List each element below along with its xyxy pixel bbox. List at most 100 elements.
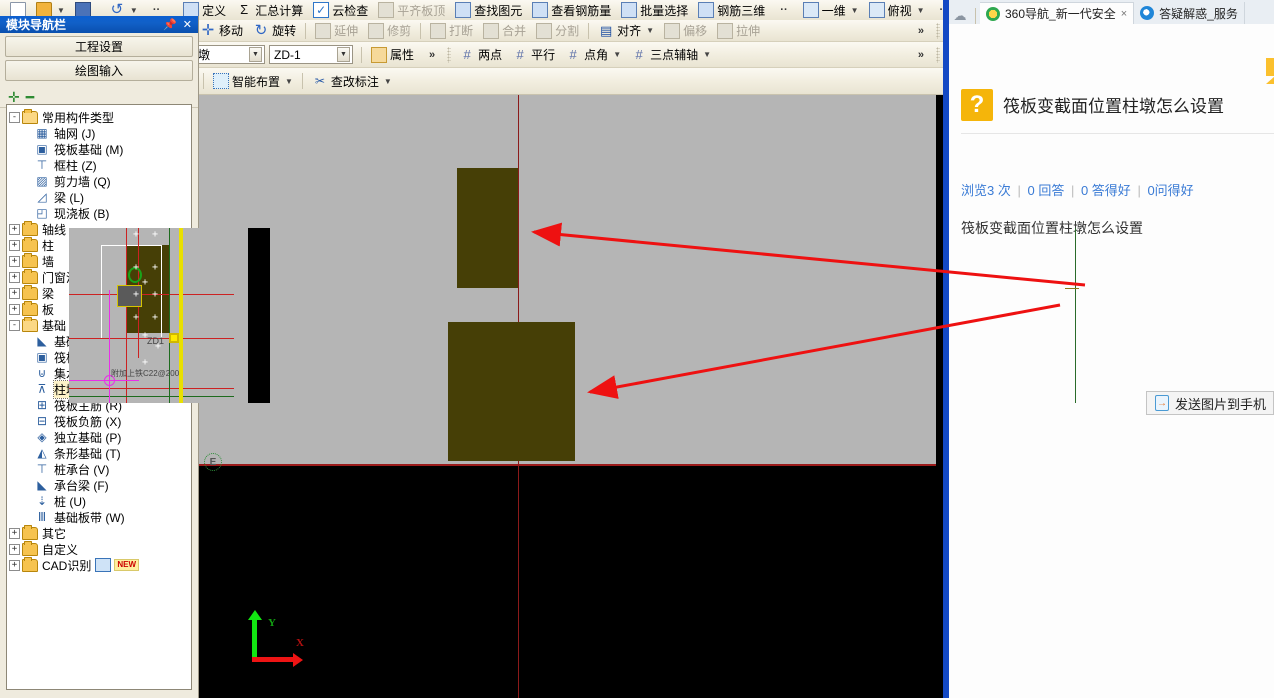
tree-item-5[interactable]: ◿ 梁 (L) xyxy=(7,189,191,205)
rebar-3d-button[interactable]: 钢筋三维 xyxy=(693,1,770,20)
axis-x-label: X xyxy=(296,637,304,649)
align-slab-top-button[interactable]: 平齐板顶 xyxy=(373,1,450,20)
browser-tab-1[interactable]: 答疑解惑_服务 xyxy=(1134,2,1245,24)
edit-annotation-button[interactable]: 查改标注 ▼ xyxy=(307,72,397,91)
question-thumbnail-image[interactable]: + + + + + + + + + + + + ZD1 附加上铁C22@200 xyxy=(69,228,258,403)
one-dim-label: 一维 xyxy=(821,3,846,18)
send-to-phone-button[interactable]: 发送图片到手机 xyxy=(1146,391,1274,415)
chevron-down-icon[interactable]: ▼ xyxy=(337,47,350,62)
tree-item-27[interactable]: + 自定义 xyxy=(7,540,191,557)
expand-icon[interactable]: + xyxy=(9,287,20,299)
row0-end-more-button[interactable]: ·· xyxy=(930,1,944,20)
tree-item-label: 桩 (U) xyxy=(54,494,86,509)
break-icon xyxy=(430,22,447,39)
tree-item-2[interactable]: ▣ 筏板基础 (M) xyxy=(7,141,191,157)
tree-item-21[interactable]: ◭ 条形基础 (T) xyxy=(7,445,191,461)
three-point-aux-axis-button[interactable]: 三点辅轴 ▼ xyxy=(626,45,716,64)
close-icon[interactable]: ✕ xyxy=(180,18,195,31)
collapse-all-button[interactable]: ━ xyxy=(26,90,34,104)
view-rebar-button[interactable]: 查看钢筋量 xyxy=(527,1,616,20)
axis-toolbar-overflow-button[interactable]: » xyxy=(908,45,934,64)
collapse-icon[interactable]: - xyxy=(9,111,20,123)
chevron-down-icon[interactable]: ▼ xyxy=(249,47,262,62)
tree-item-4[interactable]: ▨ 剪力墙 (Q) xyxy=(7,173,191,189)
origin-label: E xyxy=(209,457,217,468)
sum-calc-button[interactable]: 汇总计算 xyxy=(231,1,308,20)
tree-item-0[interactable]: - 常用构件类型 xyxy=(7,108,191,125)
tab-separator xyxy=(975,8,976,24)
column-pier-upper[interactable] xyxy=(457,168,518,288)
tree-item-26[interactable]: + 其它 xyxy=(7,524,191,541)
folder-icon xyxy=(22,316,38,332)
parallel-button[interactable]: 平行 xyxy=(507,45,560,64)
good-answers-count[interactable]: 0 答得好 xyxy=(1081,183,1131,198)
extend-button[interactable]: 延伸 xyxy=(310,21,363,40)
offset-button[interactable]: 偏移 xyxy=(659,21,712,40)
break-button[interactable]: 打断 xyxy=(425,21,478,40)
tree-item-22[interactable]: ⊤ 桩承台 (V) xyxy=(7,461,191,477)
close-icon[interactable]: × xyxy=(1121,8,1127,20)
expand-all-button[interactable]: ✛ xyxy=(8,90,20,104)
expand-icon[interactable]: + xyxy=(9,559,20,571)
screen-root: ▼ ▼ ·· 定义 汇总计算 云检查 平齐板顶 查找图元 查看钢筋量 批量选择 … xyxy=(0,0,1274,698)
edit-toolbar-overflow-button[interactable]: » xyxy=(908,21,934,40)
move-button[interactable]: 移动 xyxy=(195,21,248,40)
collapse-icon[interactable]: - xyxy=(9,319,20,331)
top-view-button[interactable]: 俯视 ▼ xyxy=(864,1,930,20)
tree-item-25[interactable]: Ⅲ 基础板带 (W) xyxy=(7,509,191,525)
project-settings-button[interactable]: 工程设置 xyxy=(5,36,193,57)
stretch-button[interactable]: 拉伸 xyxy=(712,21,765,40)
merge-button[interactable]: 合并 xyxy=(478,21,531,40)
row0-more-button[interactable]: ·· xyxy=(770,1,797,20)
cloud-icon[interactable]: ☁ xyxy=(949,8,971,24)
expand-icon[interactable]: + xyxy=(9,543,20,555)
member-select[interactable]: ZD-1 ▼ xyxy=(269,45,353,64)
drawing-input-button[interactable]: 绘图输入 xyxy=(5,60,193,81)
point-angle-button[interactable]: 点角 ▼ xyxy=(560,45,626,64)
toolbar-grip[interactable] xyxy=(936,22,940,39)
tree-item-20[interactable]: ◈ 独立基础 (P) xyxy=(7,429,191,445)
property-button[interactable]: 属性 xyxy=(366,45,419,64)
rebar-3d-icon xyxy=(698,2,715,18)
bookmark-flag-icon-2[interactable] xyxy=(1266,58,1274,84)
split-button[interactable]: 分割 xyxy=(531,21,584,40)
tree-item-label: 基础板带 (W) xyxy=(54,510,125,525)
expand-icon[interactable]: + xyxy=(9,303,20,315)
two-point-button[interactable]: 两点 xyxy=(454,45,507,64)
expand-icon[interactable]: + xyxy=(9,271,20,283)
meta-separator: | xyxy=(1137,183,1141,198)
expand-icon[interactable]: + xyxy=(9,527,20,539)
expand-icon[interactable]: + xyxy=(9,255,20,267)
tree-item-1[interactable]: ▦ 轴网 (J) xyxy=(7,125,191,141)
tree-item-3[interactable]: ⊤ 框柱 (Z) xyxy=(7,157,191,173)
cloud-check-label: 云检查 xyxy=(332,3,369,18)
smart-layout-button[interactable]: 智能布置 ▼ xyxy=(208,72,298,91)
question-badge-icon: ? xyxy=(961,88,993,121)
find-element-button[interactable]: 查找图元 xyxy=(450,1,527,20)
panel-title: 模块导航栏 xyxy=(6,18,67,32)
one-dim-button[interactable]: 一维 ▼ xyxy=(798,1,864,20)
frame-column-icon: ⊤ xyxy=(36,158,48,172)
pin-icon[interactable]: 📌 xyxy=(160,18,180,31)
cloud-check-button[interactable]: 云检查 xyxy=(308,1,373,20)
column-pier-lower[interactable] xyxy=(448,322,575,461)
trim-button[interactable]: 修剪 xyxy=(363,21,416,40)
tree-item-19[interactable]: ⊟ 筏板负筋 (X) xyxy=(7,413,191,429)
expand-icon[interactable]: + xyxy=(9,223,20,235)
property-overflow-button[interactable]: » xyxy=(419,45,445,64)
expand-icon[interactable]: + xyxy=(9,239,20,251)
batch-select-button[interactable]: 批量选择 xyxy=(616,1,693,20)
tree-item-6[interactable]: ◰ 现浇板 (B) xyxy=(7,205,191,221)
toolbar-grip[interactable] xyxy=(447,46,452,63)
toolbar-grip[interactable] xyxy=(936,46,940,63)
tree-item-28[interactable]: + CAD识别 NEW xyxy=(7,556,191,573)
good-questions-count[interactable]: 0问得好 xyxy=(1147,183,1193,198)
sum-calc-icon xyxy=(236,2,252,18)
tree-item-24[interactable]: ⇣ 桩 (U) xyxy=(7,493,191,509)
browser-tab-0[interactable]: 360导航_新一代安全 × xyxy=(980,2,1135,24)
tree-item-23[interactable]: ◣ 承台梁 (F) xyxy=(7,477,191,493)
cad-drawing-canvas[interactable]: E Y X xyxy=(199,95,943,698)
answers-count[interactable]: 0 回答 xyxy=(1027,183,1064,198)
rotate-button[interactable]: 旋转 xyxy=(248,21,301,40)
align-button[interactable]: 对齐 ▼ xyxy=(593,21,659,40)
